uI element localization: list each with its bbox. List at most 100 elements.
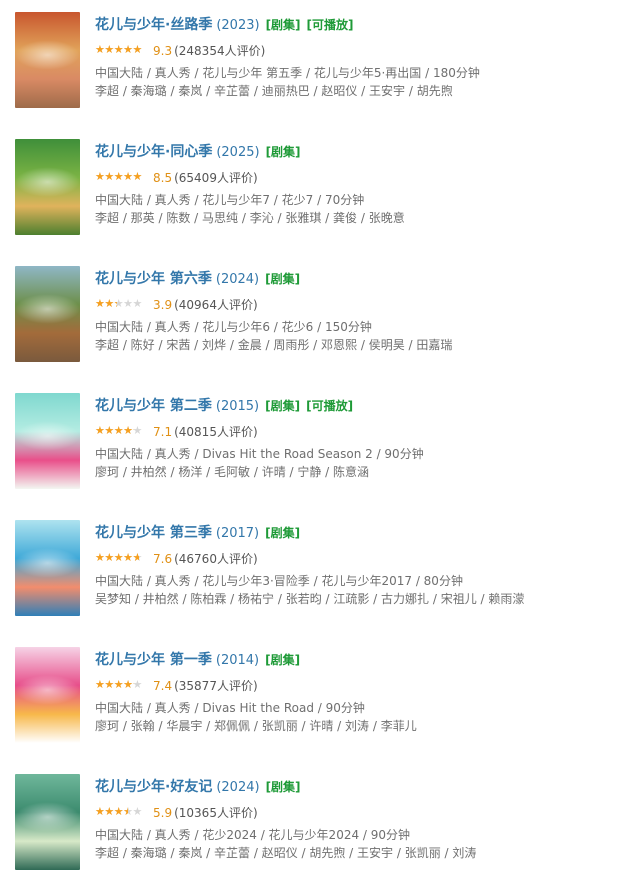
info-line: 中国大陆 / 真人秀 / Divas Hit the Road Season 2… — [95, 447, 424, 461]
title-row: 花儿与少年·好友记 (2024) [剧集] — [95, 776, 301, 796]
info-line: 中国大陆 / 真人秀 / 花少2024 / 花儿与少年2024 / 90分钟 — [95, 828, 411, 842]
tag-link[interactable]: [剧集] — [265, 653, 300, 667]
tag-link[interactable]: [剧集] — [266, 780, 301, 794]
star-full-icon: ★★★★★ — [95, 171, 142, 183]
star-rating: ★★★★★★★★★★ — [95, 171, 150, 183]
poster-image[interactable] — [15, 520, 80, 616]
tag-link[interactable]: [剧集] — [266, 18, 301, 32]
tag-link[interactable]: [可播放] — [307, 18, 354, 32]
cast-line: 廖珂 / 井柏然 / 杨洋 / 毛阿敏 / 许晴 / 宁静 / 陈意涵 — [95, 465, 370, 479]
rating-count: (248354人评价) — [174, 44, 266, 58]
list-item: 花儿与少年 第六季(2024) [剧集] ★★★★★★★★★★3.9(40964人评… — [0, 266, 628, 366]
title-row: 花儿与少年 第一季 (2014) [剧集] — [95, 649, 300, 669]
list-item: 花儿与少年 第二季(2015) [剧集] [可播放] ★★★★★★★★★★7.1(40… — [0, 393, 628, 493]
tag-link[interactable]: [剧集] — [266, 145, 301, 159]
poster-decoration — [15, 40, 80, 70]
rating-score: 8.5 — [153, 171, 173, 185]
cast-line: 李超 / 陈好 / 宋茜 / 刘烨 / 金晨 / 周雨彤 / 邓恩熙 / 侯明昊… — [95, 338, 453, 352]
info-line: 中国大陆 / 真人秀 / 花儿与少年 第五季 / 花儿与少年5·再出国 / 18… — [95, 66, 480, 80]
star-full-icon: ★★★★★ — [95, 298, 117, 310]
star-rating: ★★★★★★★★★★ — [95, 44, 150, 56]
star-rating: ★★★★★★★★★★ — [95, 425, 150, 437]
title-link[interactable]: 花儿与少年 第六季 — [95, 271, 212, 287]
star-full-icon: ★★★★★ — [95, 679, 134, 691]
rating-score: 9.3 — [153, 44, 173, 58]
info-line: 中国大陆 / 真人秀 / Divas Hit the Road / 90分钟 — [95, 701, 365, 715]
info-line: 中国大陆 / 真人秀 / 花儿与少年7 / 花少7 / 70分钟 — [95, 193, 365, 207]
star-rating: ★★★★★★★★★★ — [95, 806, 150, 818]
poster-image[interactable] — [15, 393, 80, 489]
poster-image[interactable] — [15, 266, 80, 362]
list-item: 花儿与少年·同心季 (2025) [剧集] ★★★★★ ★★★★★ 8.5 (65409人评… — [0, 139, 628, 239]
title-link[interactable]: 花儿与少年 第三季 — [95, 525, 212, 541]
title-row: 花儿与少年 第六季 (2024) [剧集] — [95, 268, 300, 288]
rating-count: (46760人评价) — [174, 552, 258, 566]
rating-count: (65409人评价) — [174, 171, 258, 185]
star-full-icon: ★★★★★ — [95, 806, 128, 818]
list-item: 花儿与少年 第三季 (2017) [剧集] ★★★★★ ★★★★★ 7.6 (46760人评… — [0, 520, 628, 620]
poster-decoration — [15, 167, 80, 197]
poster-decoration — [15, 294, 80, 324]
title-link[interactable]: 花儿与少年 第一季 — [95, 652, 212, 668]
year: (2024) — [216, 780, 260, 795]
info-line: 中国大陆 / 真人秀 / 花儿与少年6 / 花少6 / 150分钟 — [95, 320, 372, 334]
poster-decoration — [15, 421, 80, 451]
rating-score: 7.6 — [153, 552, 173, 566]
year: (2015) — [215, 399, 260, 414]
tag-link[interactable]: [可播放] — [306, 399, 353, 413]
star-rating: ★★★★★★★★★★ — [95, 298, 150, 310]
tag-link[interactable]: [剧集] — [265, 272, 300, 286]
poster-image[interactable] — [15, 139, 80, 235]
title-link[interactable]: 花儿与少年·同心季 — [95, 144, 212, 160]
year: (2023) — [216, 18, 260, 33]
rating-row: ★★★★★ ★★★★★ 7.6 (46760人评价) — [95, 550, 258, 568]
title-link[interactable]: 花儿与少年 第二季 — [95, 398, 212, 414]
cast-line: 廖珂 / 张翰 / 华晨宇 / 郑佩佩 / 张凯丽 / 许晴 / 刘涛 / 李菲… — [95, 719, 417, 733]
cast-line: 李超 / 秦海璐 / 秦岚 / 辛芷蕾 / 迪丽热巴 / 赵昭仪 / 王安宇 /… — [95, 84, 453, 98]
poster-image[interactable] — [15, 12, 80, 108]
title-link[interactable]: 花儿与少年·丝路季 — [95, 17, 212, 33]
list-item: 花儿与少年·丝路季 (2023) [剧集] [可播放] ★★★★★ ★★★★★ 9.3 (24… — [0, 12, 628, 112]
year: (2014) — [215, 653, 260, 668]
rating-count: (10365人评价) — [174, 806, 258, 820]
star-full-icon: ★★★★★ — [95, 552, 139, 564]
rating-score: 5.9 — [153, 806, 173, 820]
star-full-icon: ★★★★★ — [95, 44, 142, 56]
rating-count: (35877人评价) — [174, 679, 258, 693]
rating-row: ★★★★★★★★★★7.1(40815人评价) — [95, 423, 258, 441]
title-row: 花儿与少年 第二季 (2015) [剧集] [可播放] — [95, 395, 353, 415]
poster-decoration — [15, 802, 80, 832]
tag-link[interactable]: [剧集] — [265, 526, 300, 540]
rating-row: ★★★★★★★★★★5.9(10365人评价) — [95, 804, 258, 822]
cast-line: 吴梦知 / 井柏然 / 陈柏霖 / 杨祐宁 / 张若昀 / 江疏影 / 古力娜扎… — [95, 592, 525, 606]
title-row: 花儿与少年·丝路季 (2023) [剧集] [可播放] — [95, 14, 354, 34]
year: (2024) — [215, 272, 260, 287]
cast-line: 李超 / 那英 / 陈数 / 马思纯 / 李沁 / 张雅琪 / 龚俊 / 张晚意 — [95, 211, 405, 225]
cast-line: 李超 / 秦海璐 / 秦岚 / 辛芷蕾 / 赵昭仪 / 胡先煦 / 王安宇 / … — [95, 846, 477, 860]
title-row: 花儿与少年 第三季 (2017) [剧集] — [95, 522, 300, 542]
rating-score: 3.9 — [153, 298, 173, 312]
rating-row: ★★★★★ ★★★★★ 8.5 (65409人评价) — [95, 169, 258, 187]
list-item: 花儿与少年·好友记 (2024) [剧集] ★★★★★★★★★★5.9(10365人评… — [0, 774, 628, 874]
rating-row: ★★★★★★★★★★3.9(40964人评价) — [95, 296, 258, 314]
title-link[interactable]: 花儿与少年·好友记 — [95, 779, 212, 795]
year: (2025) — [216, 145, 260, 160]
star-rating: ★★★★★★★★★★ — [95, 552, 150, 564]
rating-row: ★★★★★ ★★★★★ 9.3 (248354人评价) — [95, 42, 265, 60]
poster-decoration — [15, 675, 80, 705]
rating-count: (40815人评价) — [174, 425, 258, 439]
star-rating: ★★★★★★★★★★ — [95, 679, 150, 691]
rating-row: ★★★★★★★★★★7.4(35877人评价) — [95, 677, 258, 695]
rating-count: (40964人评价) — [174, 298, 258, 312]
star-full-icon: ★★★★★ — [95, 425, 134, 437]
poster-decoration — [15, 548, 80, 578]
rating-score: 7.1 — [153, 425, 173, 439]
rating-score: 7.4 — [153, 679, 173, 693]
title-row: 花儿与少年·同心季 (2025) [剧集] — [95, 141, 301, 161]
info-line: 中国大陆 / 真人秀 / 花儿与少年3·冒险季 / 花儿与少年2017 / 80… — [95, 574, 463, 588]
poster-image[interactable] — [15, 647, 80, 743]
year: (2017) — [215, 526, 260, 541]
list-item: 花儿与少年 第一季(2014) [剧集] ★★★★★★★★★★7.4(35877人评… — [0, 647, 628, 747]
tag-link[interactable]: [剧集] — [265, 399, 300, 413]
poster-image[interactable] — [15, 774, 80, 870]
